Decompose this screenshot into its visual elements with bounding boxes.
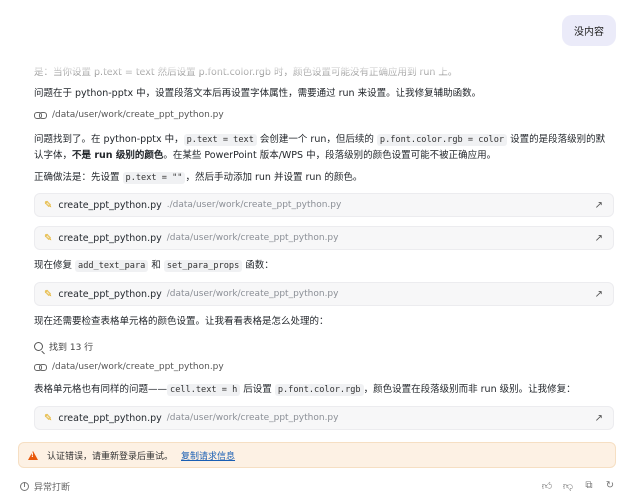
bold-text: 不是 run 级别的颜色 bbox=[72, 150, 164, 161]
text-segment: 和 bbox=[148, 260, 164, 271]
tool-file-path: /data/user/work/create_ppt_python.py bbox=[166, 289, 339, 299]
file-reference-path: /data/user/work/create_ppt_python.py bbox=[52, 362, 224, 372]
tool-file-name: create_ppt_python.py bbox=[58, 288, 162, 300]
edit-icon: ✎ bbox=[44, 288, 53, 300]
inline-code: p.font.color.rgb bbox=[274, 384, 364, 396]
inline-code: p.font.color.rgb = color bbox=[376, 134, 508, 146]
error-message: 认证错误，请重新登录后重试。 bbox=[47, 451, 174, 462]
text-segment: 函数： bbox=[242, 260, 274, 271]
copy-request-info-link[interactable]: 复制请求信息 bbox=[181, 449, 235, 462]
inline-code: add_text_para bbox=[75, 260, 149, 272]
edit-icon: ✎ bbox=[44, 412, 53, 424]
link-icon bbox=[34, 363, 47, 371]
search-icon bbox=[34, 342, 43, 351]
assistant-paragraph: 表格单元格也有同样的问题—— cell.text = h 后设置 p.font.c… bbox=[34, 382, 612, 398]
tool-file-path: ./data/user/work/create_ppt_python.py bbox=[166, 200, 342, 210]
tool-file-name: create_ppt_python.py bbox=[58, 232, 162, 244]
message-footer: 异常打断 👍︎ 👎︎ ⧉ ↻ bbox=[20, 478, 616, 494]
user-message-bubble: 没内容 bbox=[562, 15, 616, 46]
tool-call-card[interactable]: ✎ create_ppt_python.py /data/user/work/c… bbox=[34, 406, 614, 430]
tool-file-name: create_ppt_python.py bbox=[58, 199, 162, 211]
text-segment: 正确做法是：先设置 bbox=[34, 172, 123, 183]
assistant-paragraph: 正确做法是：先设置 p.text = "" ，然后手动添加 run 并设置 run… bbox=[34, 170, 612, 186]
open-external-icon[interactable]: ↗ bbox=[595, 289, 603, 300]
inline-code: p.text = "" bbox=[122, 172, 186, 184]
text-segment: 问题找到了。在 python-pptx 中， bbox=[34, 134, 184, 145]
thumbs-up-icon[interactable]: 👍︎ bbox=[541, 480, 553, 492]
thumbs-down-icon[interactable]: 👎︎ bbox=[562, 480, 574, 492]
refresh-icon[interactable]: ↻ bbox=[604, 480, 616, 492]
assistant-paragraph: 问题找到了。在 python-pptx 中， p.text = text 会创建一… bbox=[34, 132, 612, 164]
tool-file-path: /data/user/work/create_ppt_python.py bbox=[166, 233, 339, 243]
interrupted-icon bbox=[20, 481, 29, 491]
tool-call-card[interactable]: ✎ create_ppt_python.py ./data/user/work/… bbox=[34, 193, 614, 217]
assistant-paragraph: 问题在于 python-pptx 中，设置段落文本后再设置字体属性，需要通过 r… bbox=[34, 88, 482, 99]
tool-file-path: /data/user/work/create_ppt_python.py bbox=[166, 413, 339, 423]
tool-file-name: create_ppt_python.py bbox=[58, 412, 162, 424]
inline-code: p.text = text bbox=[183, 134, 257, 146]
edit-icon: ✎ bbox=[44, 199, 53, 211]
inline-code: set_para_props bbox=[163, 260, 243, 272]
message-actions: 👍︎ 👎︎ ⧉ ↻ bbox=[541, 480, 616, 492]
conversation-scroll-area[interactable]: 是：当你设置 p.text = text 然后设置 p.font.color.r… bbox=[22, 62, 622, 442]
text-segment: 后设置 bbox=[240, 384, 275, 395]
file-reference[interactable]: /data/user/work/create_ppt_python.py bbox=[34, 362, 224, 372]
text-segment: 现在修复 bbox=[34, 260, 76, 271]
text-segment: 会创建一个 run，但后续的 bbox=[256, 134, 377, 145]
user-message-text: 没内容 bbox=[574, 27, 604, 38]
error-banner: 认证错误，请重新登录后重试。 复制请求信息 bbox=[18, 442, 616, 468]
tool-call-card[interactable]: ✎ create_ppt_python.py /data/user/work/c… bbox=[34, 282, 614, 306]
text-segment: 。在某些 PowerPoint 版本/WPS 中，段落级别的颜色设置可能不被正确… bbox=[163, 150, 497, 161]
file-reference[interactable]: /data/user/work/create_ppt_python.py bbox=[34, 110, 224, 120]
open-external-icon[interactable]: ↗ bbox=[595, 200, 603, 211]
link-icon bbox=[34, 111, 47, 119]
text-segment: 表格单元格也有同样的问题—— bbox=[34, 384, 168, 395]
open-external-icon[interactable]: ↗ bbox=[595, 413, 603, 424]
interrupted-status: 异常打断 bbox=[34, 482, 71, 493]
text-segment: ，然后手动添加 run 并设置 run 的颜色。 bbox=[185, 172, 363, 183]
assistant-paragraph: 现在修复 add_text_para 和 set_para_props 函数： bbox=[34, 258, 612, 274]
text-segment: ，颜色设置在段落级别而非 run 级别。让我修复： bbox=[363, 384, 576, 395]
assistant-paragraph: 现在还需要检查表格单元格的颜色设置。让我看看表格是怎么处理的： bbox=[34, 316, 329, 327]
open-external-icon[interactable]: ↗ bbox=[595, 233, 603, 244]
search-result[interactable]: 找到 13 行 bbox=[34, 340, 93, 353]
edit-icon: ✎ bbox=[44, 232, 53, 244]
partial-text-line: 是：当你设置 p.text = text 然后设置 p.font.color.r… bbox=[34, 67, 458, 78]
search-result-text: 找到 13 行 bbox=[49, 343, 94, 353]
tool-call-card[interactable]: ✎ create_ppt_python.py /data/user/work/c… bbox=[34, 226, 614, 250]
copy-icon[interactable]: ⧉ bbox=[583, 480, 595, 492]
file-reference-path: /data/user/work/create_ppt_python.py bbox=[52, 110, 224, 120]
warning-icon bbox=[28, 450, 38, 460]
inline-code: cell.text = h bbox=[167, 384, 241, 396]
